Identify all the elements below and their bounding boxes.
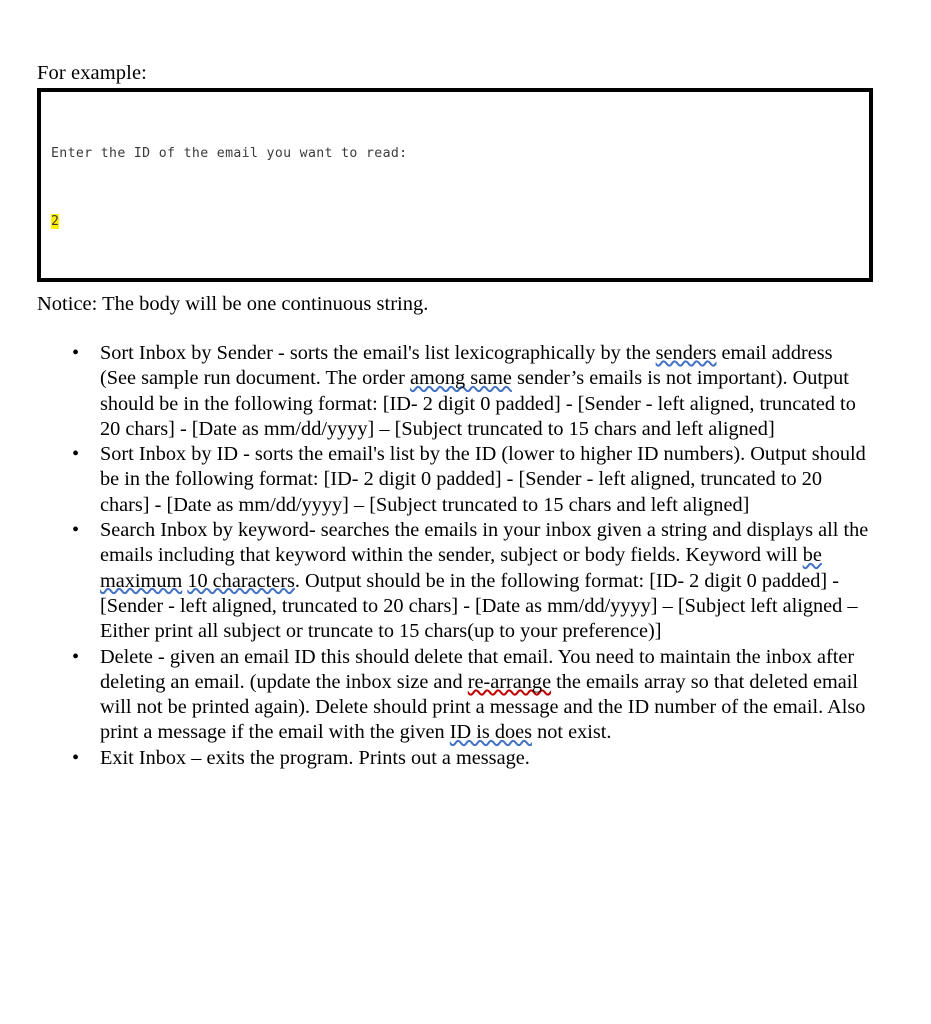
document-page: For example: Enter the ID of the email y… xyxy=(0,0,931,1024)
requirements-bullet-list: • Sort Inbox by Sender - sorts the email… xyxy=(37,341,877,771)
text-run: Search Inbox by keyword- searches the em… xyxy=(100,519,869,567)
console-prompt-line: Enter the ID of the email you want to re… xyxy=(51,146,408,161)
grammar-flagged-text: 10 characters xyxy=(187,569,295,592)
bullet-marker-icon: • xyxy=(72,342,80,364)
bullet-text: Exit Inbox – exits the program. Prints o… xyxy=(100,746,872,771)
bullet-marker-icon: • xyxy=(72,519,80,542)
bullet-text: Sort Inbox by ID - sorts the email's lis… xyxy=(100,442,872,518)
spelling-flagged-text: re-arrange xyxy=(467,670,552,693)
text-run: Sort Inbox by ID - sorts the email's lis… xyxy=(100,443,866,516)
console-caret-line xyxy=(51,278,865,282)
bullet-text: Delete - given an email ID this should d… xyxy=(100,645,872,746)
bullet-text: Search Inbox by keyword- searches the em… xyxy=(100,518,872,644)
console-output-text: Enter the ID of the email you want to re… xyxy=(51,98,865,276)
bullet-item-delete: • Delete - given an email ID this should… xyxy=(37,645,877,746)
console-output-block: Enter the ID of the email you want to re… xyxy=(37,88,873,282)
console-input-line: 2 xyxy=(51,211,865,234)
text-run: Sort Inbox by Sender - sorts the email's… xyxy=(100,342,656,364)
bullet-item-search-by-keyword: • Search Inbox by keyword- searches the … xyxy=(37,518,877,644)
bullet-text: Sort Inbox by Sender - sorts the email's… xyxy=(100,341,872,442)
bullet-item-exit-inbox: • Exit Inbox – exits the program. Prints… xyxy=(37,746,877,771)
grammar-flagged-text: senders xyxy=(655,342,717,364)
text-cursor-icon xyxy=(52,280,53,282)
notice-text: Notice: The body will be one continuous … xyxy=(37,293,429,315)
bullet-marker-icon: • xyxy=(72,645,80,668)
bullet-item-sort-by-sender: • Sort Inbox by Sender - sorts the email… xyxy=(37,341,877,442)
intro-text: For example: xyxy=(37,62,147,84)
bullet-marker-icon: • xyxy=(72,443,80,466)
text-run: Exit Inbox – exits the program. Prints o… xyxy=(100,746,530,769)
highlighted-user-input: 2 xyxy=(51,213,60,229)
grammar-flagged-text: among same xyxy=(409,367,512,390)
bullet-marker-icon: • xyxy=(72,746,80,769)
text-run: not exist. xyxy=(532,721,612,744)
bullet-item-sort-by-id: • Sort Inbox by ID - sorts the email's l… xyxy=(37,442,877,518)
grammar-flagged-text: ID is does xyxy=(449,721,533,744)
